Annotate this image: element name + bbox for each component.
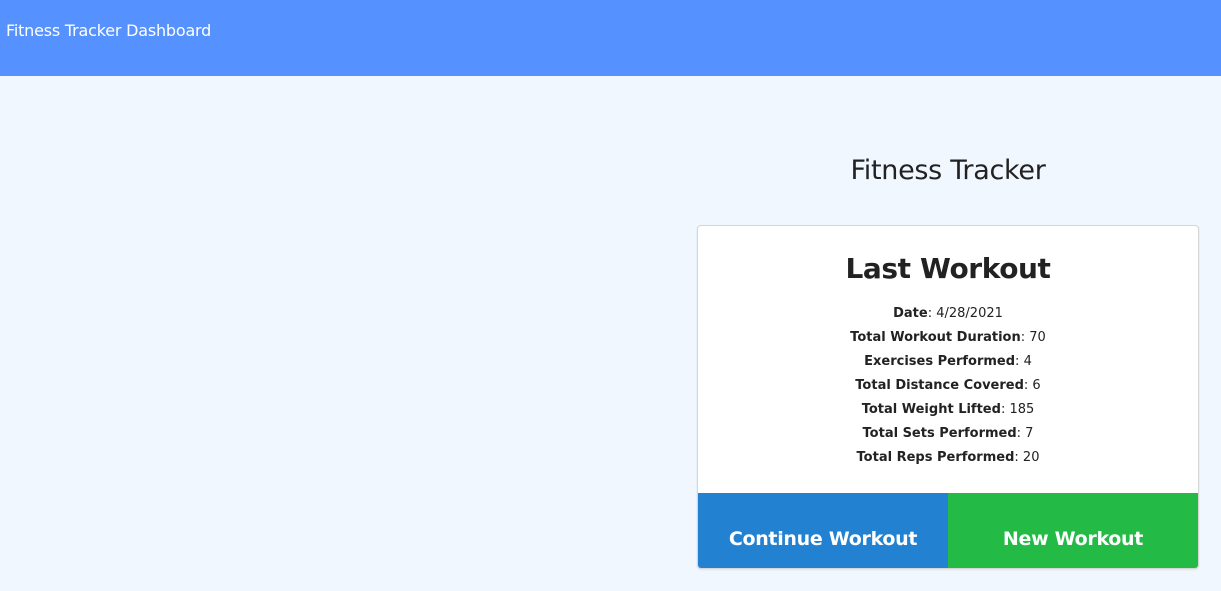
navbar-brand-link[interactable]: Fitness Tracker Dashboard xyxy=(6,21,211,40)
page-title: Fitness Tracker xyxy=(850,155,1046,186)
card-title: Last Workout xyxy=(845,252,1051,285)
last-workout-card: Last Workout Date: 4/28/2021 Total Worko… xyxy=(697,225,1199,569)
stat-label: Total Distance Covered xyxy=(855,378,1024,393)
stat-value: 6 xyxy=(1032,378,1041,393)
continue-workout-button[interactable]: Continue Workout xyxy=(698,493,948,568)
stat-value: 20 xyxy=(1022,450,1040,465)
new-workout-button[interactable]: New Workout xyxy=(948,493,1198,568)
stat-label: Total Sets Performed xyxy=(862,426,1017,441)
stat-total-workout-duration: Total Workout Duration: 70 xyxy=(850,330,1046,345)
stat-label: Total Workout Duration xyxy=(850,330,1021,345)
stat-label: Total Reps Performed xyxy=(856,450,1015,465)
stat-total-weight-lifted: Total Weight Lifted: 185 xyxy=(861,402,1035,417)
stat-total-sets-performed: Total Sets Performed: 7 xyxy=(862,426,1034,441)
stat-value: 7 xyxy=(1025,426,1034,441)
stat-value: 4 xyxy=(1023,354,1032,369)
stat-exercises-performed: Exercises Performed: 4 xyxy=(864,354,1032,369)
stat-total-reps-performed: Total Reps Performed: 20 xyxy=(856,450,1040,465)
stat-total-distance-covered: Total Distance Covered: 6 xyxy=(855,378,1041,393)
stat-label: Exercises Performed xyxy=(864,354,1016,369)
stat-value: 4/28/2021 xyxy=(936,306,1003,321)
stat-label: Date xyxy=(893,306,928,321)
workout-stats: Date: 4/28/2021 Total Workout Duration: … xyxy=(698,302,1198,470)
stat-value: 185 xyxy=(1009,402,1035,417)
stat-date: Date: 4/28/2021 xyxy=(893,306,1003,321)
workout-actions: Continue Workout New Workout xyxy=(698,493,1198,568)
stat-label: Total Weight Lifted xyxy=(861,402,1001,417)
top-navbar: Fitness Tracker Dashboard xyxy=(0,0,1221,76)
stat-value: 70 xyxy=(1029,330,1046,345)
